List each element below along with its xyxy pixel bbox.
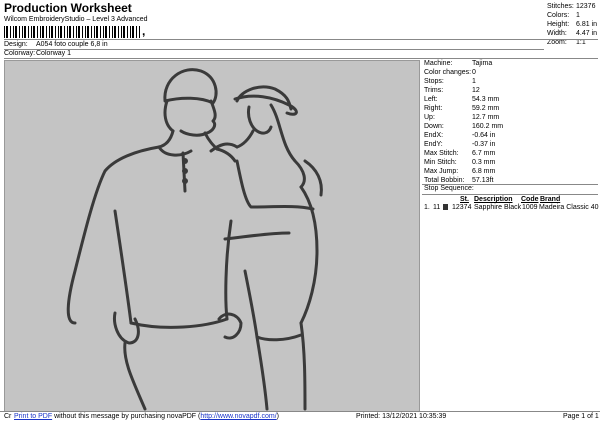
colorway-value: Colorway 1 (36, 50, 72, 57)
row-code: 1009 (522, 204, 538, 211)
worksheet-title: Production Worksheet (4, 1, 132, 15)
row-stop: 11 (433, 204, 441, 211)
info-down-value: 160.2 mm (472, 123, 504, 130)
design-label: Design: (4, 41, 28, 48)
col-brand: Brand (540, 196, 561, 203)
header-divider-3 (4, 58, 598, 59)
info-max-jump-value: 6.8 mm (472, 168, 496, 175)
zoom-value: 1:1 (576, 39, 586, 46)
zoom-label: Zoom: (547, 39, 567, 46)
footer-notice-suffix: ) (276, 413, 279, 420)
stop-sequence-heading: Stop Sequence: (424, 185, 474, 192)
width-value: 4.47 in (576, 30, 598, 37)
info-endy-value: -0.37 in (472, 141, 496, 148)
barcode (4, 26, 140, 38)
colorway-label: Colorway: (4, 50, 36, 57)
design-preview (4, 60, 420, 412)
info-left-label: Left: (424, 96, 438, 103)
info-endx-value: -0.64 in (472, 132, 496, 139)
info-right-value: 59.2 mm (472, 105, 500, 112)
software-subtitle: Wilcom EmbroideryStudio – Level 3 Advanc… (4, 16, 148, 23)
couple-line-art (66, 68, 323, 411)
info-min-stitch-value: 0.3 mm (472, 159, 496, 166)
info-left-value: 54.3 mm (472, 96, 500, 103)
info-total-bobbin-value: 57.13ft (472, 177, 494, 184)
design-value: A054 foto couple 6,8 in (36, 41, 108, 48)
info-trims-label: Trims: (424, 87, 444, 94)
footer-prefix: Cr (4, 413, 12, 420)
height-value: 6.81 in (576, 21, 598, 28)
stitches-value: 12376 (576, 3, 596, 10)
row-description: Sapphire Black (474, 204, 522, 211)
row-st: 12374 (452, 204, 472, 211)
row-brand: Madeira Classic 40 (539, 204, 599, 211)
barcode-suffix: , (142, 24, 146, 38)
col-description: Description (474, 196, 513, 203)
footer-notice: Print to PDF without this message by pur… (14, 413, 279, 420)
page-number: Page 1 of 1 (563, 413, 599, 420)
col-st: St. (460, 196, 469, 203)
info-max-stitch-value: 6.7 mm (472, 150, 496, 157)
info-max-jump-label: Max Jump: (424, 168, 459, 175)
info-color-changes-label: Color changes: (424, 69, 472, 76)
footer: Cr Print to PDF without this message by … (0, 411, 600, 424)
info-machine-label: Machine: (424, 60, 453, 67)
colors-value: 1 (576, 12, 580, 19)
height-label: Height: (547, 21, 570, 28)
info-color-changes-value: 0 (472, 69, 476, 76)
print-to-pdf-link[interactable]: Print to PDF (14, 413, 52, 420)
info-right-label: Right: (424, 105, 443, 112)
header-divider-1 (4, 39, 598, 40)
info-endy-label: EndY: (424, 141, 443, 148)
stop-sequence-divider (422, 194, 598, 195)
info-trims-value: 12 (472, 87, 480, 94)
info-min-stitch-label: Min Stitch: (424, 159, 457, 166)
info-endx-label: EndX: (424, 132, 444, 139)
info-down-label: Down: (424, 123, 444, 130)
row-index: 1. (424, 204, 430, 211)
footer-notice-text: without this message by purchasing novaP… (52, 413, 201, 420)
width-label: Width: (547, 30, 567, 37)
info-max-stitch-label: Max Stitch: (424, 150, 459, 157)
col-code: Code (521, 196, 539, 203)
printed-timestamp: Printed: 13/12/2021 10:35:39 (356, 413, 447, 420)
info-total-bobbin-label: Total Bobbin: (424, 177, 465, 184)
header-divider-2 (4, 49, 544, 50)
thread-color-swatch (443, 204, 448, 210)
novapdf-link[interactable]: http://www.novapdf.com/ (200, 413, 276, 420)
info-up-value: 12.7 mm (472, 114, 500, 121)
info-up-label: Up: (424, 114, 435, 121)
stitches-label: Stitches: (547, 3, 574, 10)
info-stops-value: 1 (472, 78, 476, 85)
colors-label: Colors: (547, 12, 570, 19)
info-stops-label: Stops: (424, 78, 444, 85)
info-machine-value: Tajima (472, 60, 493, 67)
